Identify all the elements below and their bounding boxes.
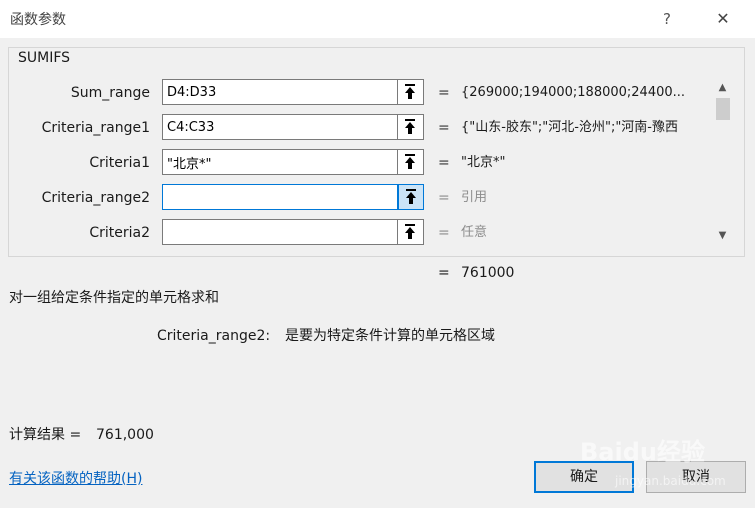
arg-label-criteria-range2: Criteria_range2 <box>41 190 150 206</box>
criteria-range1-input[interactable] <box>162 114 398 140</box>
collapse-arrow-icon <box>405 84 415 99</box>
function-description: 对一组给定条件指定的单元格求和 <box>9 290 219 306</box>
function-name: SUMIFS <box>17 50 72 66</box>
arg-help-name: Criteria_range2: <box>157 328 271 344</box>
baidu-watermark-url: jingyan.baidu.com <box>615 474 726 488</box>
arg-label-criteria-range1: Criteria_range1 <box>41 120 150 136</box>
calc-result-label: 计算结果 = <box>9 427 82 443</box>
criteria-range2-input[interactable] <box>162 184 398 210</box>
arg-result-sum-range: {269000;194000;188000;24400... <box>461 85 686 100</box>
collapse-dialog-button[interactable] <box>398 79 424 105</box>
sum-range-input[interactable] <box>162 79 398 105</box>
equals-sign: = <box>438 85 450 101</box>
arg-result-criteria-range2: 引用 <box>461 190 488 205</box>
collapse-arrow-icon <box>405 154 415 169</box>
collapse-arrow-icon <box>405 224 415 239</box>
collapse-dialog-button[interactable] <box>398 184 424 210</box>
formula-result: 761000 <box>461 265 515 281</box>
arg-label-criteria2: Criteria2 <box>89 225 150 241</box>
equals-sign: = <box>438 265 450 281</box>
criteria2-input[interactable] <box>162 219 398 245</box>
scroll-thumb[interactable] <box>716 98 730 120</box>
title-bar: 函数参数 ? ✕ <box>0 0 755 38</box>
equals-sign: = <box>438 155 450 171</box>
arguments-scrollbar[interactable]: ▲ ▼ <box>713 80 732 246</box>
scroll-up-icon[interactable]: ▲ <box>713 80 732 96</box>
function-help-link[interactable]: 有关该函数的帮助(H) <box>9 469 142 489</box>
arg-label-criteria1: Criteria1 <box>89 155 150 171</box>
collapse-dialog-button[interactable] <box>398 114 424 140</box>
criteria1-input[interactable] <box>162 149 398 175</box>
calc-result-value: 761,000 <box>96 427 154 443</box>
equals-sign: = <box>438 225 450 241</box>
equals-sign: = <box>438 120 450 136</box>
baidu-watermark: Baidu经验 <box>580 438 705 466</box>
dialog-title: 函数参数 <box>10 12 66 28</box>
arg-help-text: 是要为特定条件计算的单元格区域 <box>285 328 495 344</box>
help-button[interactable]: ? <box>653 8 681 30</box>
collapse-arrow-icon <box>406 189 416 204</box>
close-button[interactable]: ✕ <box>708 8 738 30</box>
arg-label-sum-range: Sum_range <box>70 85 150 101</box>
arg-result-criteria1: "北京*" <box>461 155 506 170</box>
collapse-arrow-icon <box>405 119 415 134</box>
collapse-dialog-button[interactable] <box>398 149 424 175</box>
scroll-down-icon[interactable]: ▼ <box>713 228 732 244</box>
arg-result-criteria2: 任意 <box>461 225 488 240</box>
collapse-dialog-button[interactable] <box>398 219 424 245</box>
equals-sign: = <box>438 190 450 206</box>
arg-result-criteria-range1: {"山东-胶东";"河北-沧州";"河南-豫西 <box>461 120 679 135</box>
